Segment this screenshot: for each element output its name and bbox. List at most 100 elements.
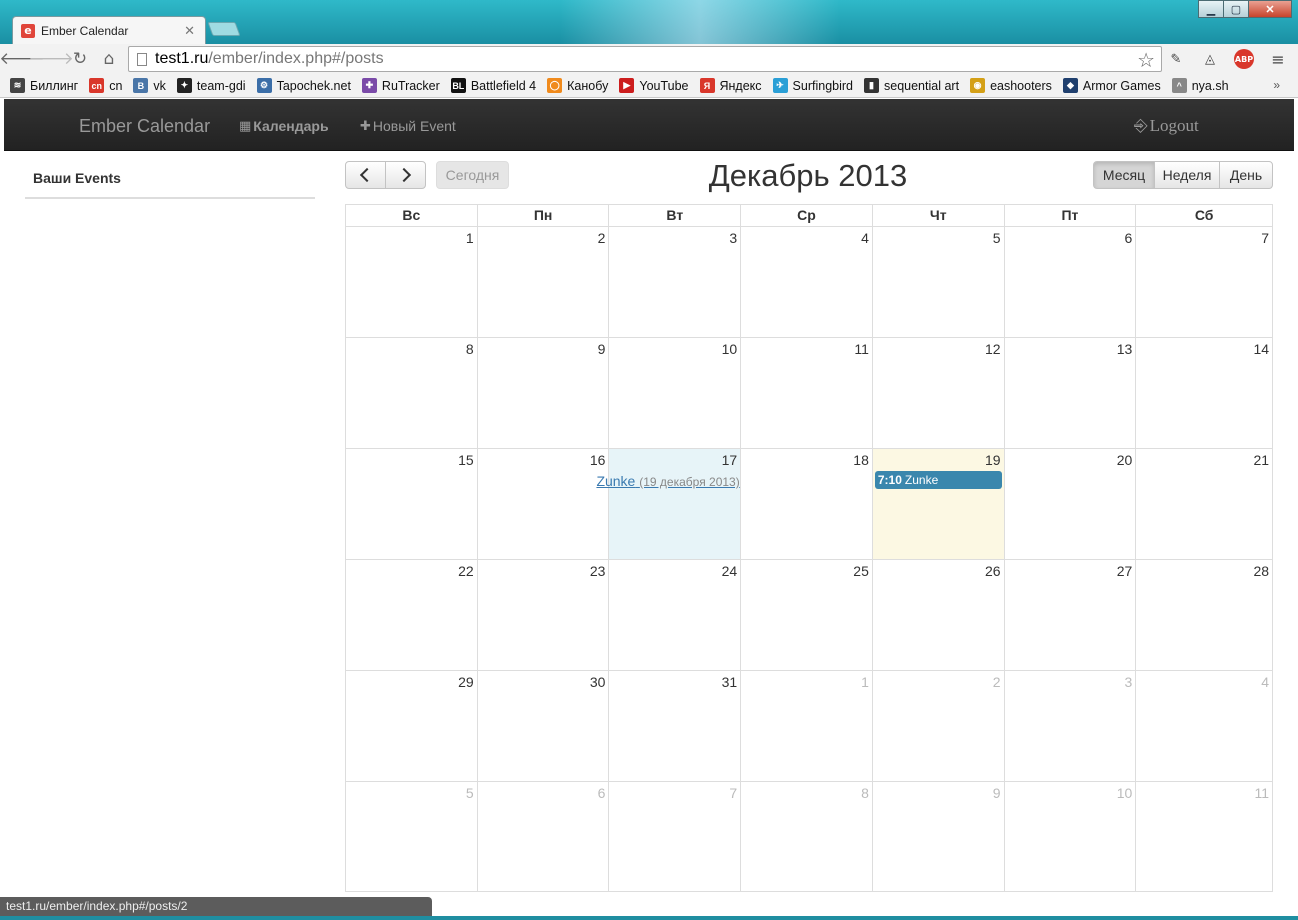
day-cell[interactable]: 21 (1136, 449, 1272, 559)
day-cell[interactable]: 2 (478, 227, 610, 337)
day-cell[interactable]: 29 (346, 671, 478, 781)
sidebar-title: Ваши Events (25, 170, 315, 199)
logout-link[interactable]: ⎆ Logout (1134, 116, 1199, 136)
bookmark-item[interactable]: Я Яндекс (699, 78, 762, 93)
day-cell[interactable]: 6 (1005, 227, 1137, 337)
bookmark-item[interactable]: ✈ Surfingbird (772, 78, 853, 93)
today-button[interactable]: Сегодня (436, 161, 509, 189)
eashooters-icon: ◉ (970, 78, 986, 93)
day-cell[interactable]: 4 (1136, 671, 1272, 781)
kanobu-icon: ◯ (547, 78, 563, 93)
day-cell[interactable]: 30 (478, 671, 610, 781)
address-bar[interactable]: test1.ru/ember/index.php#/posts ☆ (128, 46, 1162, 72)
day-cell[interactable]: 27 (1005, 560, 1137, 670)
bookmark-item[interactable]: Вvk (133, 78, 166, 93)
new-tab-button[interactable] (207, 22, 241, 36)
day-number: 7 (729, 785, 738, 801)
view-week-button[interactable]: Неделя (1154, 161, 1220, 189)
nav-calendar[interactable]: ▦ Календарь (239, 118, 329, 134)
bookmark-label: Биллинг (30, 78, 79, 93)
forward-arrow-icon[interactable]: 🡒 (28, 49, 74, 69)
brand[interactable]: Ember Calendar (79, 116, 210, 137)
close-window-button[interactable]: ✕ (1248, 0, 1292, 18)
bookmark-item[interactable]: cn cn (89, 78, 122, 93)
day-cell[interactable]: 25 (741, 560, 873, 670)
day-cell[interactable]: 1 (741, 671, 873, 781)
day-cell[interactable]: 24 (609, 560, 742, 670)
minimize-button[interactable]: ▁ (1198, 0, 1224, 18)
day-cell[interactable]: 9 (873, 782, 1005, 892)
day-cell[interactable]: 9 (478, 338, 610, 448)
proxy-extension-icon[interactable]: ◬ (1200, 49, 1220, 69)
day-cell[interactable]: 10 (609, 338, 742, 448)
day-number: 25 (853, 563, 869, 579)
bookmark-label: Battlefield 4 (470, 78, 537, 93)
day-cell[interactable]: 5 (346, 782, 478, 892)
bookmark-item[interactable]: ^ nya.sh (1171, 78, 1229, 93)
next-month-button[interactable] (385, 161, 426, 189)
day-cell[interactable]: 17 Zunke (19 декабря 2013) (596, 449, 742, 559)
bookmark-item[interactable]: ≋ Биллинг (10, 78, 78, 93)
browser-tab[interactable]: e Ember Calendar ✕ (12, 16, 206, 44)
calendar-title: Декабрь 2013 (708, 158, 908, 193)
day-cell[interactable]: 22 (346, 560, 478, 670)
day-cell[interactable]: 3 (1005, 671, 1137, 781)
bookmarks-overflow-icon[interactable]: » (1273, 78, 1280, 92)
home-icon[interactable]: ⌂ (98, 49, 120, 69)
event-bar[interactable]: 7:10 Zunke (874, 471, 1002, 489)
day-cell[interactable]: 31 (609, 671, 742, 781)
view-month-button[interactable]: Месяц (1093, 161, 1155, 189)
day-cell[interactable]: 26 (873, 560, 1005, 670)
day-cell[interactable]: 7 (609, 782, 742, 892)
maximize-button[interactable]: ▢ (1223, 0, 1249, 18)
day-cell[interactable]: 14 (1136, 338, 1272, 448)
day-cell[interactable]: 7 (1136, 227, 1272, 337)
day-cell[interactable]: 20 (1005, 449, 1137, 559)
day-cell-today[interactable]: 19 7:10 Zunke (872, 449, 1005, 559)
day-cell[interactable]: 2 (873, 671, 1005, 781)
logout-icon: ⎆ (1134, 116, 1148, 136)
bookmark-item[interactable]: ◯ Канобу (547, 78, 608, 93)
bookmark-item[interactable]: ⚙ Tapochek.net (256, 78, 351, 93)
event-link[interactable]: Zunke (19 декабря 2013) (596, 473, 739, 489)
nav-new-event[interactable]: ✚ Новый Event (360, 118, 456, 134)
menu-icon[interactable]: ≡ (1268, 49, 1288, 69)
bookmark-item[interactable]: ✦ team-gdi (176, 78, 246, 93)
prev-month-button[interactable] (345, 161, 386, 189)
bookmark-item[interactable]: ▶ YouTube (619, 78, 689, 93)
day-cell[interactable]: 3 (609, 227, 742, 337)
day-cell[interactable]: 15 (346, 449, 478, 559)
day-cell[interactable]: 8 (741, 782, 873, 892)
tab-close-icon[interactable]: ✕ (184, 23, 195, 39)
day-cell[interactable]: 16 (478, 449, 610, 559)
bookmark-item[interactable]: ✚ RuTracker (361, 78, 440, 93)
rutracker-icon: ✚ (361, 78, 377, 93)
reload-icon[interactable]: ↻ (69, 49, 91, 69)
day-cell[interactable]: 13 (1005, 338, 1137, 448)
adblock-icon[interactable]: ABP (1234, 49, 1254, 69)
bookmark-item[interactable]: ◉ eashooters (970, 78, 1052, 93)
day-cell[interactable]: 10 (1005, 782, 1137, 892)
day-cell[interactable]: 5 (873, 227, 1005, 337)
day-cell[interactable]: 18 (741, 449, 873, 559)
bookmark-label: team-gdi (196, 78, 246, 93)
bookmark-item[interactable]: ◆ Armor Games (1062, 78, 1161, 93)
day-cell[interactable]: 23 (478, 560, 610, 670)
day-cell[interactable]: 6 (478, 782, 610, 892)
cn-icon: cn (89, 78, 105, 93)
day-cell[interactable]: 11 (741, 338, 873, 448)
bookmark-label: cn (109, 78, 123, 93)
day-cell[interactable]: 1 (346, 227, 478, 337)
view-day-button[interactable]: День (1219, 161, 1273, 189)
bookmark-star-icon[interactable]: ☆ (1137, 48, 1155, 72)
bookmark-item[interactable]: ▮ sequential art (864, 78, 959, 93)
bookmark-item[interactable]: BL Battlefield 4 (450, 78, 537, 93)
day-number: 20 (1116, 452, 1133, 468)
day-cell[interactable]: 11 (1136, 782, 1272, 892)
app-navbar: Ember Calendar ▦ Календарь ✚ Новый Event… (4, 99, 1294, 151)
day-cell[interactable]: 12 (873, 338, 1005, 448)
day-cell[interactable]: 28 (1136, 560, 1272, 670)
pen-extension-icon[interactable]: ✎ (1166, 49, 1186, 69)
day-cell[interactable]: 8 (346, 338, 478, 448)
day-cell[interactable]: 4 (741, 227, 873, 337)
